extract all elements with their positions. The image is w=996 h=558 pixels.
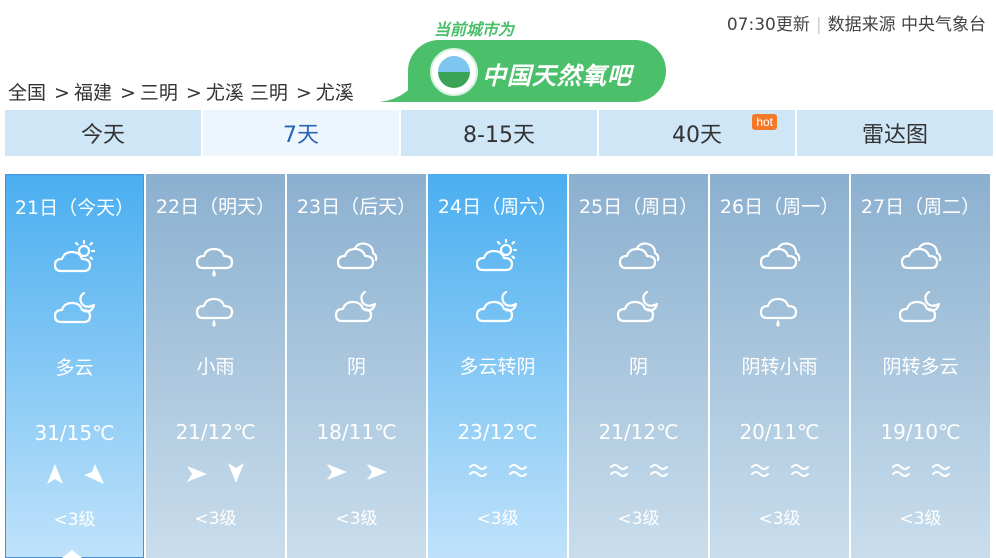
breadcrumb-item[interactable]: 尤溪 三明 <box>206 82 288 104</box>
light-rain-icon <box>194 238 238 277</box>
divider: | <box>815 15 822 35</box>
wind-direction <box>428 462 567 492</box>
wind-direction <box>710 462 849 492</box>
east-arrow-icon <box>357 464 397 486</box>
sunny-cloudy-icon <box>475 238 520 274</box>
weather-desc: 多云 <box>55 357 94 379</box>
variable-wind-icon <box>921 463 961 482</box>
oxygen-bar-logo-icon <box>430 48 478 96</box>
day-date: 23日（后天） <box>296 196 417 218</box>
southwest-arrow-icon <box>74 464 114 489</box>
tab-7-days[interactable]: 7天 <box>203 110 399 156</box>
temperature-range: 18/11℃ <box>316 420 397 444</box>
temperature-range: 20/11℃ <box>739 420 820 444</box>
temperature-range: 21/12℃ <box>598 420 679 444</box>
day-card[interactable]: 24日（周六） 多云转阴 23/12℃ <3级 <box>428 174 567 558</box>
wind-direction <box>6 463 143 493</box>
variable-wind-icon <box>498 463 538 482</box>
day-date: 27日（周二） <box>860 196 981 218</box>
cloudy-night-icon <box>475 288 520 324</box>
seven-day-forecast: 21日（今天） 多云 31/15℃ <3级 22日（明天） 小雨 21/12℃ … <box>5 174 993 558</box>
breadcrumb-item[interactable]: 尤溪 <box>316 82 354 104</box>
light-rain-icon <box>194 288 238 327</box>
temperature-range: 23/12℃ <box>457 420 538 444</box>
tab-40-days[interactable]: 40天 hot <box>599 110 795 156</box>
day-card[interactable]: 26日（周一） 阴转小雨 20/11℃ <3级 <box>710 174 849 558</box>
weather-desc: 多云转阴 <box>459 356 536 378</box>
light-rain-icon <box>758 288 802 327</box>
oxygen-bar-banner[interactable]: 当前城市为 中国天然氧吧 <box>378 14 668 104</box>
weather-desc: 小雨 <box>196 356 235 378</box>
breadcrumb-item[interactable]: 福建 <box>74 82 112 104</box>
day-card[interactable]: 22日（明天） 小雨 21/12℃ <3级 <box>146 174 285 558</box>
top-bar: 07:30更新 | 数据来源 中央气象台 当前城市为 中国天然氧吧 全国 > 福建 > 三明… <box>0 0 996 108</box>
day-card[interactable]: 27日（周二） 阴转多云 19/10℃ <3级 <box>851 174 990 558</box>
wind-level: <3级 <box>899 509 942 529</box>
south-arrow-icon <box>217 463 255 488</box>
overcast-icon <box>617 238 661 274</box>
temperature-range: 19/10℃ <box>880 420 961 444</box>
update-time: 07:30更新 <box>726 15 810 35</box>
selected-caret <box>62 550 82 558</box>
variable-wind-icon <box>881 463 921 482</box>
wind-level: <3级 <box>194 509 237 529</box>
tab-radar[interactable]: 雷达图 <box>797 110 993 156</box>
forecast-tabs: 今天 7天 8-15天 40天 hot 雷达图 <box>5 110 993 156</box>
temperature-range: 31/15℃ <box>34 421 115 445</box>
variable-wind-icon <box>599 463 639 482</box>
day-date: 22日（明天） <box>155 196 276 218</box>
wind-level: <3级 <box>53 510 96 530</box>
east-arrow-icon <box>177 466 217 488</box>
sunny-cloudy-icon <box>53 239 98 275</box>
day-date: 24日（周六） <box>437 196 558 218</box>
banner-brand: 中国天然氧吧 <box>482 62 632 90</box>
wind-level: <3级 <box>758 509 801 529</box>
overcast-icon <box>899 238 943 274</box>
cloudy-night-icon <box>334 288 379 324</box>
variable-wind-icon <box>639 463 679 482</box>
variable-wind-icon <box>740 463 780 482</box>
wind-direction <box>146 462 285 492</box>
east-arrow-icon <box>317 464 357 486</box>
day-card[interactable]: 25日（周日） 阴 21/12℃ <3级 <box>569 174 708 558</box>
day-date: 25日（周日） <box>578 196 699 218</box>
overcast-icon <box>758 238 802 274</box>
wind-direction <box>851 462 990 492</box>
tab-today[interactable]: 今天 <box>5 110 201 156</box>
wind-level: <3级 <box>617 509 660 529</box>
banner-slogan: 当前城市为 <box>434 20 515 39</box>
day-date: 21日（今天） <box>14 197 135 219</box>
wind-direction <box>569 462 708 492</box>
hot-badge: hot <box>752 114 777 130</box>
overcast-icon <box>335 238 379 274</box>
wind-level: <3级 <box>476 509 519 529</box>
breadcrumb-item[interactable]: 全国 <box>8 82 46 104</box>
weather-desc: 阴转小雨 <box>741 356 818 378</box>
cloudy-night-icon <box>898 288 943 324</box>
tab-8-15-days[interactable]: 8-15天 <box>401 110 597 156</box>
temperature-range: 21/12℃ <box>175 420 256 444</box>
breadcrumb-item[interactable]: 三明 <box>140 82 178 104</box>
variable-wind-icon <box>458 463 498 482</box>
wind-direction <box>287 462 426 492</box>
day-card[interactable]: 23日（后天） 阴 18/11℃ <3级 <box>287 174 426 558</box>
breadcrumb: 全国 > 福建 > 三明 > 尤溪 三明 > 尤溪 <box>8 82 354 104</box>
weather-desc: 阴转多云 <box>882 356 959 378</box>
data-source[interactable]: 数据来源 中央气象台 <box>828 15 986 35</box>
update-info: 07:30更新 | 数据来源 中央气象台 <box>727 10 986 35</box>
weather-desc: 阴 <box>628 356 648 378</box>
wind-level: <3级 <box>335 509 378 529</box>
day-card[interactable]: 21日（今天） 多云 31/15℃ <3级 <box>5 174 144 558</box>
day-date: 26日（周一） <box>719 196 840 218</box>
weather-desc: 阴 <box>346 356 366 378</box>
cloudy-night-icon <box>616 288 661 324</box>
cloudy-night-icon <box>53 289 98 325</box>
variable-wind-icon <box>780 463 820 482</box>
north-arrow-icon <box>36 464 74 489</box>
